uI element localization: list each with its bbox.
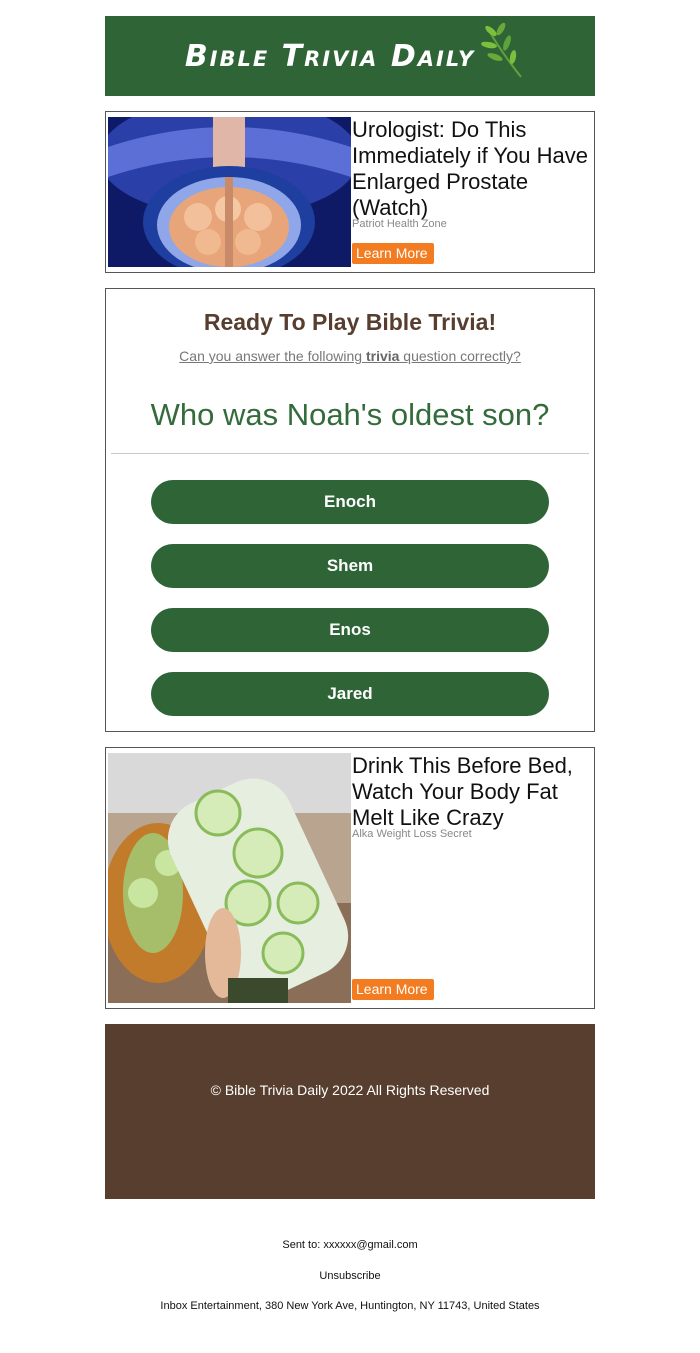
copyright-text: © Bible Trivia Daily 2022 All Rights Res… xyxy=(210,1082,490,1098)
ad-sponsor: Patriot Health Zone xyxy=(352,218,447,230)
olive-branch-icon xyxy=(481,22,522,78)
sent-to-text: Sent to: xxxxxx@gmail.com xyxy=(282,1239,418,1251)
trivia-question: Who was Noah's oldest son? xyxy=(150,397,550,432)
trivia-card: Ready To Play Bible Trivia! Can you answ… xyxy=(105,288,595,732)
trivia-subheading-link[interactable]: Can you answer the following trivia ques… xyxy=(106,348,594,364)
learn-more-button[interactable]: Learn More xyxy=(352,243,434,264)
prostate-illustration-image[interactable] xyxy=(108,117,351,267)
sponsored-ad-card[interactable]: Drink This Before Bed, Watch Your Body F… xyxy=(105,747,595,1009)
answer-button-enoch[interactable]: Enoch xyxy=(151,480,549,524)
email-header: Bible Trivia Daily xyxy=(105,16,595,96)
trivia-heading: Ready To Play Bible Trivia! xyxy=(203,309,497,335)
answer-button-shem[interactable]: Shem xyxy=(151,544,549,588)
subheading-text-after: question correctly? xyxy=(399,348,521,364)
ad-headline[interactable]: Drink This Before Bed, Watch Your Body F… xyxy=(352,753,592,831)
divider xyxy=(111,453,589,454)
unsubscribe-link[interactable]: Unsubscribe xyxy=(319,1270,380,1282)
mailing-address: Inbox Entertainment, 380 New York Ave, H… xyxy=(160,1300,540,1312)
brand-logo[interactable]: Bible Trivia Daily xyxy=(185,39,475,74)
footer-band: © Bible Trivia Daily 2022 All Rights Res… xyxy=(105,1024,595,1199)
answer-button-enos[interactable]: Enos xyxy=(151,608,549,652)
subheading-bold-text: trivia xyxy=(365,348,400,364)
cucumber-water-bottle-image[interactable] xyxy=(108,753,351,1003)
answer-button-jared[interactable]: Jared xyxy=(151,672,549,716)
ad-sponsor: Alka Weight Loss Secret xyxy=(352,828,472,840)
sponsored-ad-card[interactable]: Urologist: Do This Immediately if You Ha… xyxy=(105,111,595,273)
subheading-text-before: Can you answer the following xyxy=(179,348,366,364)
learn-more-button[interactable]: Learn More xyxy=(352,979,434,1000)
ad-headline[interactable]: Urologist: Do This Immediately if You Ha… xyxy=(352,117,592,221)
